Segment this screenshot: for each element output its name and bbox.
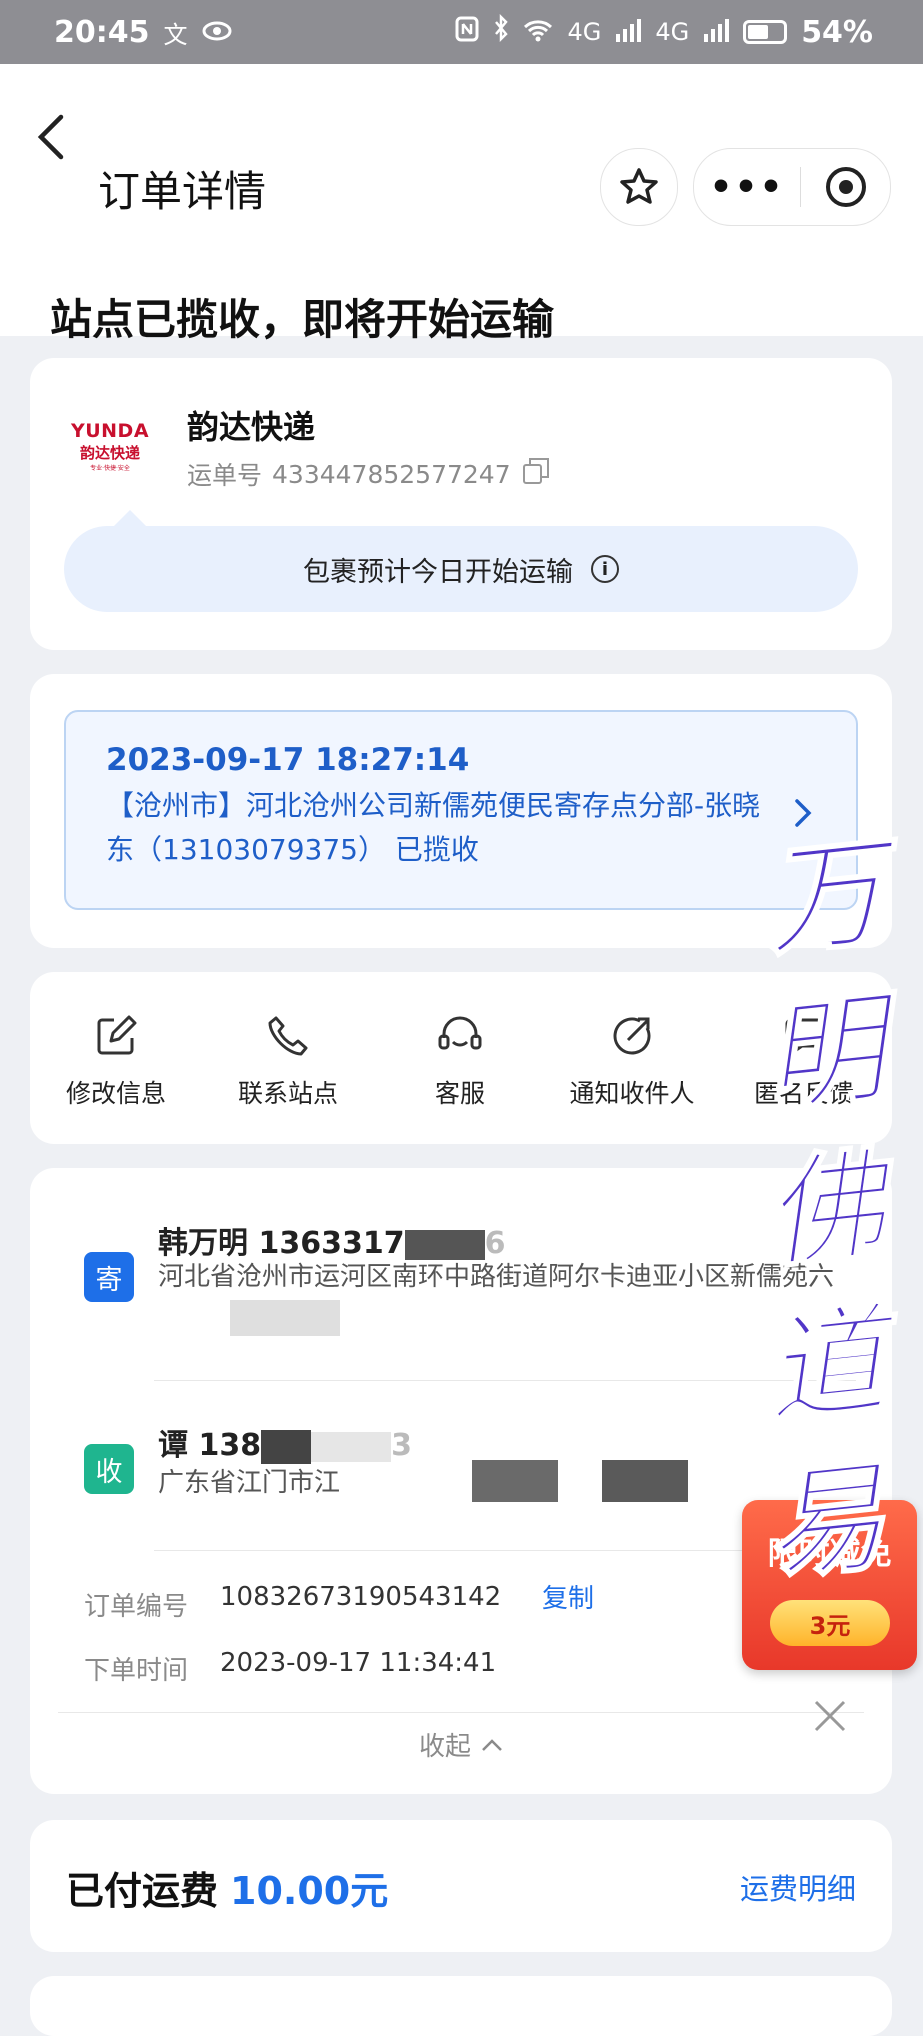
fee-card: 已付运费 10.00元 运费明细 <box>30 1820 892 1952</box>
status-notification: 文 <box>163 20 188 49</box>
chevron-left-icon <box>37 114 64 160</box>
phone-icon <box>268 1016 308 1056</box>
network-type: 4G <box>567 18 602 46</box>
yunda-logo: YUNDA 韵达快递 专业·快捷·安全 <box>70 420 150 472</box>
eye-icon <box>202 15 232 50</box>
action-label: 客服 <box>434 1079 485 1108</box>
receiver-name-phone-text: 谭 138 <box>158 1428 262 1463</box>
carrier-name: 韵达快递 <box>187 408 316 446</box>
transport-notice[interactable]: 包裹预计今日开始运输 i <box>64 510 858 612</box>
next-card <box>30 1976 892 2036</box>
action-customer-service[interactable]: 客服 <box>374 972 546 1144</box>
nfc-icon <box>455 15 479 50</box>
watermark-char: 万 <box>757 820 893 975</box>
notify-icon <box>613 1017 651 1055</box>
promo-close-button[interactable] <box>812 1698 848 1738</box>
action-label: 联系站点 <box>237 1079 338 1108</box>
fee-label: 已付运费 <box>66 1869 219 1913</box>
sender-phone-tail: 6 <box>484 1226 506 1261</box>
watermark-char: 易 <box>757 1444 893 1599</box>
more-button[interactable]: ••• <box>694 167 800 208</box>
tracking-time: 2023-09-17 18:27:14 <box>106 742 470 778</box>
notice-text: 包裹预计今日开始运输 <box>303 556 573 588</box>
order-no-label: 订单编号 <box>84 1592 189 1622</box>
status-time: 20:45 <box>54 14 150 50</box>
promo-amount: 3元 <box>770 1600 890 1646</box>
waybill-row: 运单号 433447852577247 <box>187 456 551 492</box>
watermark-char: 佛 <box>757 1132 893 1287</box>
copy-icon <box>522 458 549 484</box>
divider <box>154 1380 856 1381</box>
signal-icon <box>615 15 642 50</box>
redaction-mask <box>230 1300 340 1336</box>
sender-name-phone-text: 韩万明 1363317 <box>158 1226 405 1261</box>
redaction-mask <box>311 1431 392 1462</box>
receiver-phone-tail: 3 <box>391 1428 412 1463</box>
info-icon[interactable]: i <box>591 555 619 583</box>
watermark: 万 明 佛 道 易 <box>757 820 893 1600</box>
close-miniapp-button[interactable] <box>801 165 890 209</box>
bluetooth-icon <box>493 13 509 50</box>
copy-waybill-button[interactable] <box>521 456 551 492</box>
watermark-char: 道 <box>757 1288 893 1443</box>
chevron-up-icon <box>482 1738 502 1751</box>
action-notify-receiver[interactable]: 通知收件人 <box>546 972 718 1144</box>
redaction-mask <box>404 1229 485 1260</box>
logo-tagline: 专业·快捷·安全 <box>90 465 130 472</box>
collapse-button[interactable]: 收起 <box>30 1726 892 1763</box>
order-no-value: 10832673190543142 <box>220 1582 502 1612</box>
copy-order-no-button[interactable]: 复制 <box>542 1578 594 1615</box>
latest-tracking[interactable]: 2023-09-17 18:27:14 【沧州市】河北沧州公司新儒苑便民寄存点分… <box>64 710 858 910</box>
carrier-card: YUNDA 韵达快递 专业·快捷·安全 韵达快递 运单号 43344785257… <box>30 358 892 650</box>
target-icon <box>825 167 866 207</box>
sender-name-phone: 韩万明 1363317 6 <box>158 1218 505 1262</box>
battery-icon <box>743 20 788 44</box>
action-contact-station[interactable]: 联系站点 <box>202 972 374 1144</box>
sender-badge: 寄 <box>84 1252 134 1302</box>
receiver-name-phone: 谭 138 3 <box>158 1420 412 1464</box>
action-edit-info[interactable]: 修改信息 <box>30 972 202 1144</box>
headset-icon <box>438 1016 482 1050</box>
watermark-char: 明 <box>757 976 893 1131</box>
action-label: 修改信息 <box>65 1079 166 1108</box>
fee-detail-link[interactable]: 运费明细 <box>740 1866 856 1908</box>
order-time-label: 下单时间 <box>84 1656 189 1686</box>
logo-text: YUNDA <box>70 420 150 442</box>
edit-icon <box>97 1015 137 1055</box>
favorite-button[interactable] <box>600 148 678 226</box>
battery-percent: 54% <box>801 14 873 50</box>
collapse-label: 收起 <box>418 1732 471 1762</box>
close-icon <box>814 1700 846 1732</box>
redaction-mask <box>472 1460 558 1502</box>
redaction-mask <box>602 1460 688 1502</box>
order-time-value: 2023-09-17 11:34:41 <box>220 1648 497 1678</box>
wifi-icon <box>523 15 553 50</box>
waybill-number: 433447852577247 <box>272 459 511 489</box>
sender-address: 河北省沧州市运河区南环中路街道阿尔卡迪亚小区新儒苑六 <box>158 1262 835 1292</box>
logo-cn: 韵达快递 <box>79 444 140 462</box>
action-label: 通知收件人 <box>569 1079 695 1108</box>
status-bar: 20:45 文 4G 4G 54% <box>0 0 923 64</box>
page-title: 订单详情 <box>98 167 267 216</box>
divider <box>58 1712 864 1713</box>
back-button[interactable] <box>30 102 70 172</box>
signal-icon-2 <box>703 15 730 50</box>
order-status-title: 站点已揽收，即将开始运输 <box>50 295 555 344</box>
tracking-description: 【沧州市】河北沧州公司新儒苑便民寄存点分部-张晓东（13103079375） 已… <box>106 789 761 866</box>
miniapp-capsule: ••• <box>693 148 891 226</box>
page-header: 订单详情 ••• 站点已揽收，即将开始运输 <box>0 64 923 344</box>
star-icon <box>620 168 658 204</box>
receiver-badge: 收 <box>84 1444 134 1494</box>
waybill-label: 运单号 <box>187 461 263 490</box>
fee-row: 已付运费 10.00元 <box>66 1860 388 1915</box>
fee-amount: 10.00元 <box>230 1869 389 1913</box>
redaction-mask <box>261 1429 312 1464</box>
network-type-2: 4G <box>655 18 690 46</box>
